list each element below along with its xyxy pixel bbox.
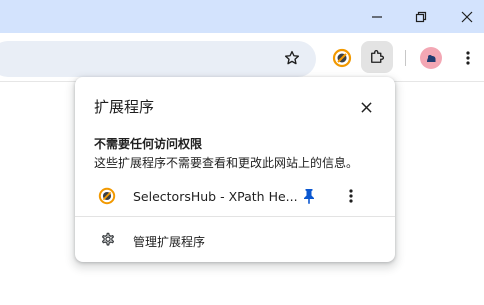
restore-icon [415, 11, 427, 22]
extensions-menu: 扩展程序 不需要任何访问权限 这些扩展程序不需要查看和更改此网站上的信息。 Se… [75, 77, 395, 262]
extension-more-button[interactable] [341, 186, 361, 206]
pin-icon [304, 189, 314, 204]
title-bar [0, 0, 484, 33]
close-menu-button[interactable] [355, 96, 377, 118]
bookmark-star-button[interactable] [276, 42, 308, 74]
menu-divider [75, 216, 395, 217]
pin-extension-button[interactable] [299, 186, 319, 206]
minimize-button[interactable] [354, 0, 400, 33]
profile-button[interactable] [415, 42, 447, 74]
avatar [420, 47, 442, 69]
manage-extensions-label[interactable]: 管理扩展程序 [133, 233, 205, 250]
gear-icon [99, 230, 117, 252]
extension-item[interactable]: SelectorsHub - XPath He... [75, 179, 395, 213]
more-vert-icon [349, 189, 353, 203]
minimize-icon [372, 15, 382, 18]
selectorshub-icon [332, 48, 352, 68]
toolbar-separator [405, 50, 406, 66]
manage-extensions-item[interactable]: 管理扩展程序 [75, 224, 395, 256]
puzzle-icon [371, 50, 384, 63]
extensions-menu-title: 扩展程序 [94, 98, 155, 116]
access-section-heading: 不需要任何访问权限 [94, 137, 203, 151]
close-icon [360, 101, 372, 113]
close-icon [461, 11, 473, 22]
extension-name[interactable]: SelectorsHub - XPath He... [133, 189, 298, 204]
avatar-figure-icon [427, 55, 436, 62]
extensions-button[interactable] [361, 41, 393, 73]
browser-toolbar [0, 33, 484, 82]
window-close-button[interactable] [444, 0, 484, 33]
browser-menu-button[interactable] [452, 42, 484, 74]
star-icon [284, 50, 300, 65]
more-vert-icon [466, 51, 470, 65]
access-section-description: 这些扩展程序不需要查看和更改此网站上的信息。 [94, 156, 359, 170]
address-bar[interactable] [0, 41, 316, 77]
restore-button[interactable] [398, 0, 444, 33]
selectorshub-icon [98, 187, 116, 209]
selectorshub-toolbar-button[interactable] [326, 42, 358, 74]
